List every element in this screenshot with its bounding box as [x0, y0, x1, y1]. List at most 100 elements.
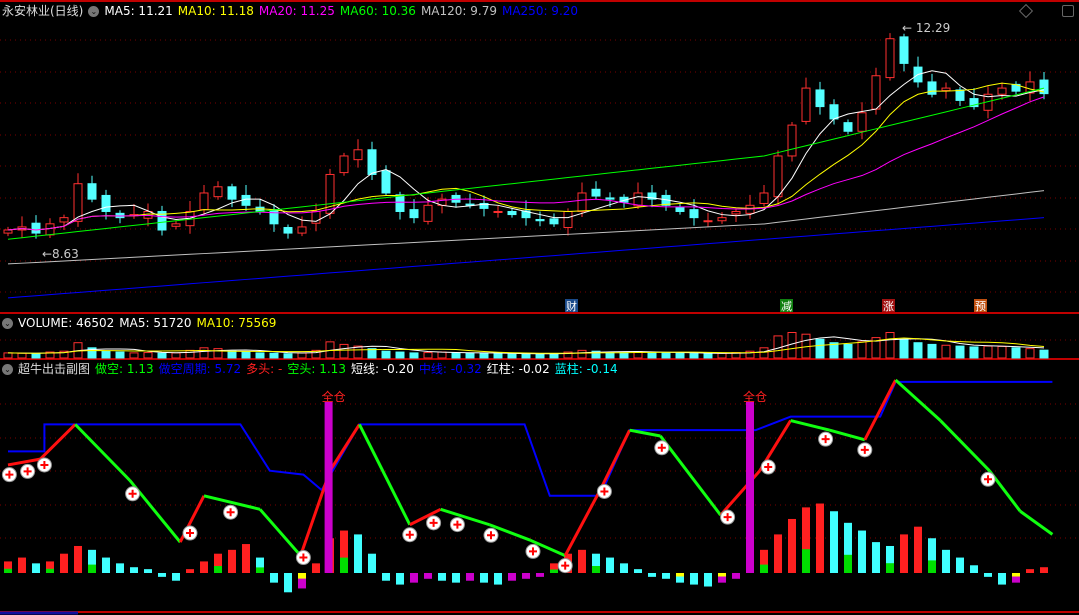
volume-bar: [101, 350, 111, 359]
candle: [703, 220, 713, 223]
candle: [857, 112, 867, 132]
histogram-overlay: [928, 560, 936, 573]
oscillator-segment: [598, 429, 631, 491]
volume-bar: [31, 353, 41, 359]
histogram-bar: [284, 573, 292, 593]
indicator-labels-label: 红柱: -0.02: [486, 362, 550, 376]
buy-marker-icon: [760, 459, 776, 475]
histogram-overlay: [718, 573, 726, 577]
candle: [409, 209, 419, 219]
oscillator-segment: [659, 435, 722, 517]
histogram-overlay: [844, 554, 852, 573]
volume-bar: [493, 353, 503, 359]
histogram-bar: [130, 567, 138, 573]
candle: [213, 186, 223, 198]
candle: [549, 218, 559, 225]
volume-bar: [297, 352, 307, 359]
buy-marker-icon: [596, 483, 612, 499]
full-position-label: 全仓: [322, 389, 346, 404]
candle: [941, 87, 951, 92]
full-position-bar: [746, 402, 754, 573]
candle: [787, 124, 797, 157]
candle: [843, 122, 853, 132]
chevron-down-icon[interactable]: ⌄: [88, 6, 100, 17]
volume-bar: [465, 352, 475, 359]
main-ma-label: MA20: 11.25: [258, 4, 335, 18]
volume-bar: [1039, 349, 1049, 359]
candle: [759, 192, 769, 204]
histogram-overlay: [886, 563, 894, 573]
histogram-bar: [270, 573, 278, 583]
histogram-bar: [704, 573, 712, 587]
volume-bar: [857, 341, 867, 359]
volume-bar: [675, 352, 685, 359]
volume-bar: [507, 353, 517, 359]
candle: [199, 192, 209, 211]
volume-bar: [157, 352, 167, 359]
event-marker-label: 减: [781, 300, 792, 313]
full-position-bar: [324, 402, 333, 573]
candle: [535, 219, 545, 222]
histogram-bar: [466, 573, 474, 581]
candle: [367, 149, 377, 175]
histogram-overlay: [88, 564, 96, 573]
volume-bar: [115, 351, 125, 359]
oscillator-segment: [440, 507, 491, 527]
volume-bar: [339, 343, 349, 359]
volume-bar: [423, 352, 433, 359]
histogram-bar: [158, 573, 166, 577]
indicator-labels-label: 多头: -: [246, 362, 283, 376]
indicator-labels-label: 空头: 1.13: [287, 362, 346, 376]
candle: [283, 227, 293, 234]
candle: [605, 197, 615, 200]
candle: [171, 223, 181, 227]
candle: [899, 36, 909, 64]
volume-bar: [577, 349, 587, 359]
candle: [3, 229, 13, 234]
candle: [45, 223, 55, 236]
histogram-bar: [424, 573, 432, 579]
histogram-bar: [606, 557, 614, 573]
histogram-bar: [900, 534, 908, 573]
candle: [927, 81, 937, 95]
buy-marker-icon: [818, 431, 834, 447]
volume-bar: [717, 352, 727, 359]
buy-marker-icon: [654, 440, 670, 456]
histogram-overlay: [1012, 573, 1020, 577]
chevron-down-icon[interactable]: ⌄: [2, 318, 13, 329]
volume-bar: [843, 343, 853, 359]
histogram-bar: [578, 549, 586, 573]
volume-bar: [171, 352, 181, 359]
volume-bar: [885, 332, 895, 359]
volume-bar: [661, 352, 671, 359]
histogram-bar: [144, 569, 152, 573]
candle: [997, 87, 1007, 95]
indicator-labels-label: 短线: -0.20: [350, 362, 414, 376]
volume-bar: [437, 351, 447, 359]
histogram-bar: [816, 503, 824, 573]
oscillator-segment: [894, 378, 942, 422]
candle: [339, 155, 349, 174]
histogram-bar: [732, 573, 740, 579]
oscillator-segment: [939, 419, 991, 472]
volume-bar: [185, 349, 195, 359]
event-marker-label: 涨: [883, 300, 894, 313]
window-icon[interactable]: [1062, 5, 1074, 17]
stock-chart[interactable]: ← 12.29 ←8.63 财 减 涨 预全仓 全仓: [0, 0, 1079, 615]
volume-bar: [1011, 347, 1021, 359]
volume-bar: [535, 353, 545, 359]
candle: [731, 210, 741, 215]
candle: [577, 192, 587, 212]
volume-bar: [199, 347, 209, 359]
event-marker-label: 财: [566, 299, 577, 313]
candle: [801, 87, 811, 122]
histogram-bar: [914, 526, 922, 573]
volume-bar: [941, 344, 951, 359]
volume-bar: [983, 345, 993, 359]
volume-labels-label: MA5: 51720: [119, 316, 192, 330]
histogram-bar: [228, 549, 236, 573]
oscillator-segment: [790, 419, 831, 432]
chevron-down-icon[interactable]: ⌄: [2, 364, 13, 375]
histogram-bar: [970, 565, 978, 573]
candle: [815, 89, 825, 108]
